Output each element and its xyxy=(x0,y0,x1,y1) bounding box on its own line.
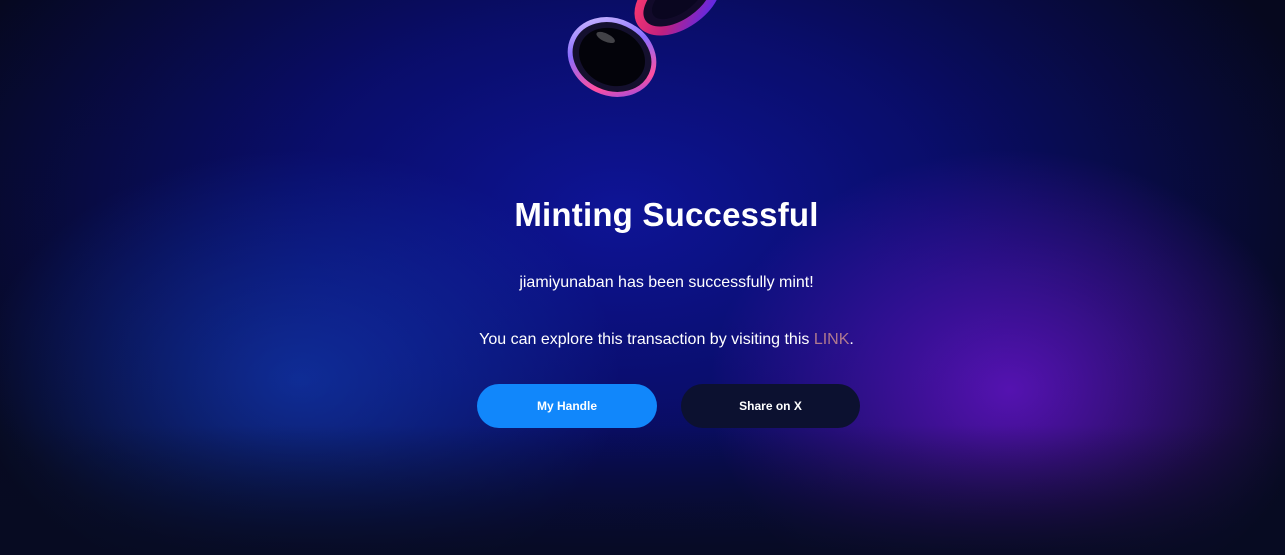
glass-rings-icon xyxy=(567,0,722,97)
page-title: Minting Successful xyxy=(514,196,819,233)
success-message: jiamiyunaban has been successfully mint! xyxy=(519,274,814,291)
success-page: Minting Successful jiamiyunaban has been… xyxy=(0,0,1285,555)
share-on-x-button[interactable]: Share on X xyxy=(681,384,860,428)
explore-text: You can explore this transaction by visi… xyxy=(24,331,1285,349)
my-handle-button[interactable]: My Handle xyxy=(477,384,657,428)
transaction-link[interactable]: LINK xyxy=(814,331,850,348)
explore-suffix: . xyxy=(849,331,854,348)
explore-prefix: You can explore this transaction by visi… xyxy=(479,331,814,348)
